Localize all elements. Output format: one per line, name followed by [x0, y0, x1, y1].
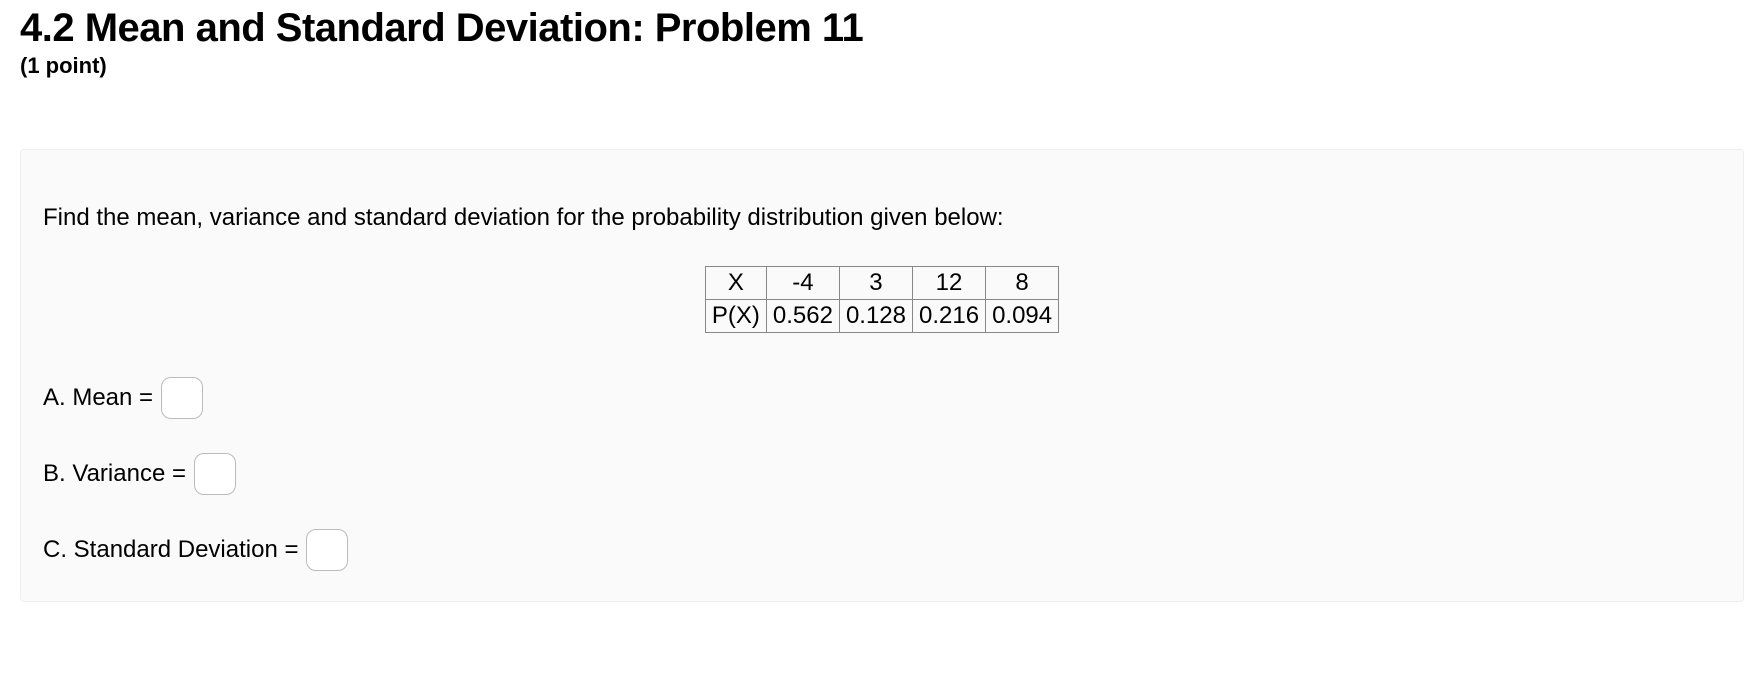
table-row: X -4 3 12 8 [705, 267, 1058, 300]
answer-row-variance: B. Variance = [43, 453, 1721, 495]
problem-prompt: Find the mean, variance and standard dev… [43, 204, 1721, 232]
stddev-input[interactable] [306, 529, 348, 571]
problem-title: 4.2 Mean and Standard Deviation: Problem… [20, 0, 1744, 51]
p-value: 0.562 [766, 300, 839, 333]
answer-label-variance: B. Variance = [43, 460, 186, 488]
p-value: 0.128 [839, 300, 912, 333]
mean-input[interactable] [161, 377, 203, 419]
row-label-x: X [705, 267, 766, 300]
distribution-table: X -4 3 12 8 P(X) 0.562 0.128 0.216 0.094 [705, 266, 1059, 333]
variance-input[interactable] [194, 453, 236, 495]
table-row: P(X) 0.562 0.128 0.216 0.094 [705, 300, 1058, 333]
problem-points: (1 point) [20, 53, 1744, 79]
x-value: 12 [913, 267, 986, 300]
x-value: -4 [766, 267, 839, 300]
p-value: 0.216 [913, 300, 986, 333]
problem-panel: Find the mean, variance and standard dev… [20, 149, 1744, 602]
answer-label-stddev: C. Standard Deviation = [43, 536, 298, 564]
answer-row-mean: A. Mean = [43, 377, 1721, 419]
answer-label-mean: A. Mean = [43, 384, 153, 412]
x-value: 8 [986, 267, 1059, 300]
row-label-px: P(X) [705, 300, 766, 333]
p-value: 0.094 [986, 300, 1059, 333]
x-value: 3 [839, 267, 912, 300]
answer-row-stddev: C. Standard Deviation = [43, 529, 1721, 571]
